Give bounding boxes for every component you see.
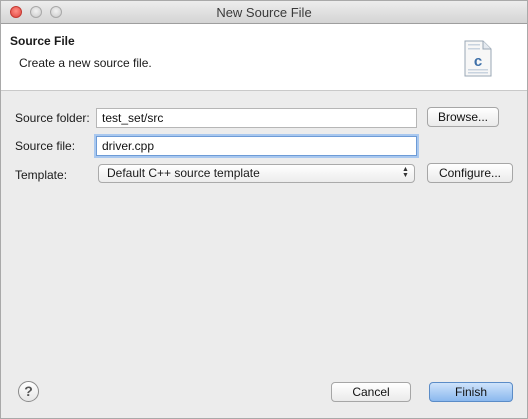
source-folder-input[interactable]: test_set/src <box>96 108 417 128</box>
new-source-file-dialog: New Source File Source File Create a new… <box>0 0 528 419</box>
c-source-file-icon: c <box>464 40 492 77</box>
template-selected-value: Default C++ source template <box>107 166 260 180</box>
source-file-label: Source file: <box>15 139 76 153</box>
title-bar: New Source File <box>1 1 527 24</box>
browse-button[interactable]: Browse... <box>427 107 499 127</box>
source-file-input[interactable]: driver.cpp <box>96 136 417 156</box>
updown-arrows-icon: ▲ ▼ <box>402 166 409 179</box>
finish-button[interactable]: Finish <box>429 382 513 402</box>
template-select[interactable]: Default C++ source template ▲ ▼ <box>98 164 415 183</box>
source-folder-label: Source folder: <box>15 111 90 125</box>
cancel-button[interactable]: Cancel <box>331 382 411 402</box>
banner-title: Source File <box>10 34 75 48</box>
header-banner: Source File Create a new source file. c <box>1 24 527 91</box>
window-title: New Source File <box>216 5 312 20</box>
help-icon[interactable]: ? <box>18 381 39 402</box>
file-icon-letter: c <box>474 53 482 70</box>
template-label: Template: <box>15 168 68 182</box>
banner-subtitle: Create a new source file. <box>19 56 152 70</box>
configure-button[interactable]: Configure... <box>427 163 513 183</box>
